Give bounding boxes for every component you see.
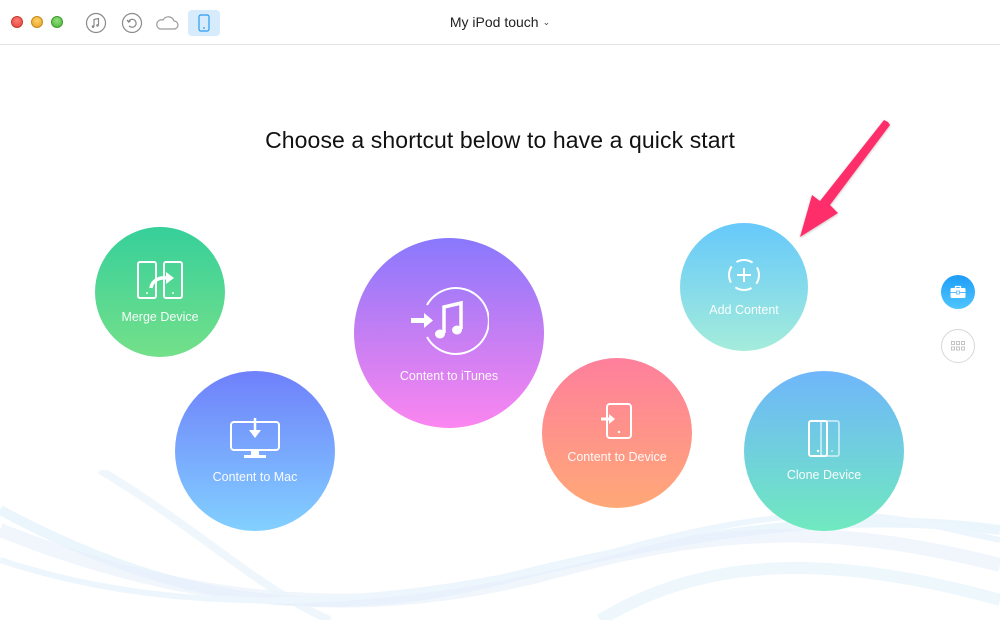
content-to-itunes-icon (411, 287, 489, 355)
toolkit-button[interactable] (941, 275, 975, 309)
apps-grid-button[interactable] (941, 329, 975, 363)
content-to-mac-icon (230, 418, 280, 458)
add-content-label: Add Content (709, 303, 779, 317)
content-to-mac-label: Content to Mac (212, 470, 298, 484)
grid-icon (951, 341, 965, 351)
annotation-arrow-icon (800, 120, 890, 237)
content-to-device-button[interactable]: Content to Device (542, 358, 692, 508)
merge-device-label: Merge Device (121, 310, 199, 324)
content-to-device-icon (601, 403, 632, 439)
clone-device-button[interactable]: Clone Device (744, 371, 904, 531)
add-content-icon (728, 259, 760, 291)
clone-device-icon (808, 420, 840, 457)
briefcase-icon (950, 285, 966, 298)
device-selector[interactable]: My iPod touch ⌄ (0, 14, 1000, 30)
content-to-itunes-label: Content to iTunes (399, 369, 499, 383)
content-to-device-label: Content to Device (567, 450, 667, 464)
merge-device-icon (137, 261, 183, 299)
merge-device-button[interactable]: Merge Device (95, 227, 225, 357)
content-to-itunes-button[interactable]: Content to iTunes (354, 238, 544, 428)
device-name: My iPod touch (449, 14, 539, 30)
chevron-down-icon: ⌄ (542, 17, 551, 27)
clone-device-label: Clone Device (786, 468, 862, 482)
content-to-mac-button[interactable]: Content to Mac (175, 371, 335, 531)
add-content-button[interactable]: Add Content (680, 223, 808, 351)
title-bar: My iPod touch ⌄ (0, 0, 1000, 45)
